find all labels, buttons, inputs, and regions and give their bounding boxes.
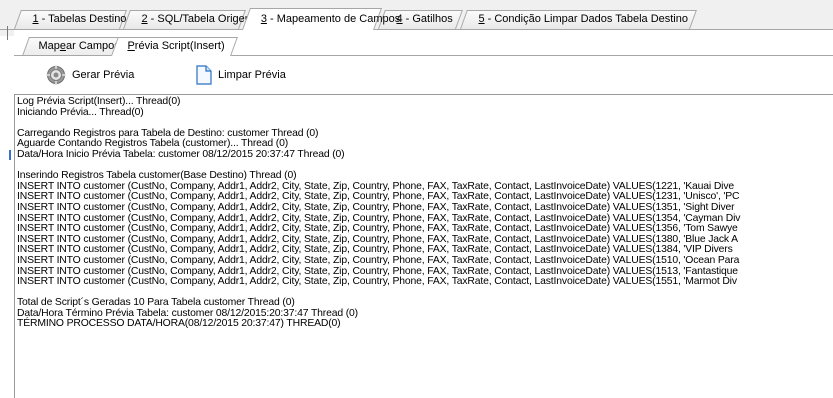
gear-icon (46, 65, 66, 85)
insert-line: INSERT INTO customer (CustNo, Company, A… (17, 276, 737, 288)
log-line: Data/Hora Inicio Prévia Tabela: customer… (17, 148, 345, 160)
gerar-previa-button[interactable]: Gerar Prévia (46, 64, 134, 86)
insert-line: INSERT INTO customer (CustNo, Company, A… (17, 254, 740, 266)
focus-marker (9, 150, 11, 160)
tab-label: - SQL/Tabela Origem (147, 13, 254, 25)
log-line: Iniciando Prévia... Thread(0) (17, 106, 144, 118)
tab-mapeamento-de-campos[interactable]: 3 - Mapeamento de Campos (242, 8, 400, 30)
tab-label: - Tabelas Destino (38, 13, 127, 25)
subtab-previa-script[interactable]: Prévia Script(Insert) (111, 37, 238, 56)
subtab-label-post: ar Campos (65, 40, 120, 52)
subtab-mapear-campos[interactable]: Mapear Campos (22, 37, 121, 56)
log-line: Log Prévia Script(Insert)... Thread(0) (17, 96, 181, 107)
page-icon (196, 65, 212, 85)
insert-line: INSERT INTO customer (CustNo, Company, A… (17, 201, 735, 213)
gerar-previa-label: Gerar Prévia (72, 69, 135, 81)
tab-condicao-limpar-dados[interactable]: 5 - Condição Limpar Dados Tabela Destino (460, 10, 697, 29)
tab-tabelas-destino[interactable]: 1 - Tabelas Destino (14, 10, 127, 29)
tab-sql-tabela-origem[interactable]: 2 - SQL/Tabela Origem (123, 10, 254, 29)
toolbar: Gerar Prévia Limpar Prévia (14, 56, 833, 92)
log-line: TÉRMINO PROCESSO DATA/HORA(08/12/2015 20… (17, 318, 341, 330)
limpar-previa-label: Limpar Prévia (218, 69, 286, 81)
tab-label: - Gatilhos (402, 13, 453, 25)
subtab-label-pre: Map (38, 40, 60, 52)
tab-label: - Condição Limpar Dados Tabela Destino (484, 13, 689, 25)
log-memo[interactable]: Log Prévia Script(Insert)... Thread(0) I… (14, 94, 833, 398)
limpar-previa-button[interactable]: Limpar Prévia (196, 64, 286, 86)
subtab-label-post: révia Script(Insert) (134, 40, 225, 52)
splitter-mark (7, 26, 8, 40)
tab-label: - Mapeamento de Campos (266, 13, 401, 25)
